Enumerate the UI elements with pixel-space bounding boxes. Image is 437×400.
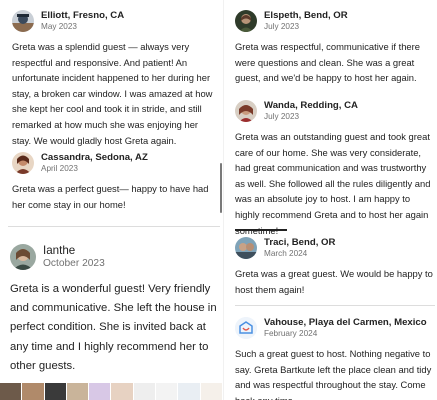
review-vahouse: Vahouse, Playa del Carmen, Mexico Februa… [235, 317, 435, 400]
review-text: Greta is a wonderful guest! Very friendl… [10, 283, 217, 372]
divider [235, 305, 435, 306]
thumbnail[interactable] [66, 383, 89, 400]
reviewer-header: Cassandra, Sedona, AZ April 2023 [12, 152, 216, 174]
thumbnail[interactable] [0, 383, 22, 400]
reviewer-name[interactable]: Wanda, Redding, CA [264, 100, 358, 111]
reviewer-avatar[interactable] [10, 244, 36, 271]
reviewer-avatar[interactable] [235, 10, 257, 32]
thumbnail[interactable] [111, 383, 133, 400]
review-wanda: Wanda, Redding, CA July 2023 Greta was a… [235, 100, 435, 238]
divider [8, 226, 220, 227]
thumbnail[interactable] [156, 383, 178, 400]
review-date: July 2023 [264, 112, 300, 122]
reviewer-avatar[interactable] [235, 237, 257, 259]
reviewer-avatar[interactable] [12, 10, 34, 32]
thumbnail[interactable] [44, 383, 66, 400]
thumbnail[interactable] [200, 383, 222, 400]
review-date: May 2023 [41, 22, 77, 32]
review-text: Such a great guest to host. Nothing nega… [235, 348, 432, 400]
review-text: Greta was a great guest. We would be hap… [235, 268, 433, 295]
review-traci: Traci, Bend, OR March 2024 Greta was a g… [235, 237, 435, 297]
thumbnail[interactable] [22, 383, 44, 400]
review-ianthe: Ianthe October 2023 Greta is a wonderful… [10, 244, 222, 376]
thumbnail[interactable] [133, 383, 156, 400]
section-indicator [235, 229, 287, 231]
review-date: October 2023 [43, 258, 105, 270]
review-date: March 2024 [264, 249, 308, 259]
thumbnail[interactable] [89, 383, 111, 400]
review-cassandra: Cassandra, Sedona, AZ April 2023 Greta w… [12, 152, 216, 212]
review-text: Greta was an outstanding guest and took … [235, 131, 431, 236]
reviewer-name[interactable]: Cassandra, Sedona, AZ [41, 152, 148, 163]
review-text: Greta was respectful, communicative if t… [235, 41, 420, 84]
thumbnail-strip[interactable] [0, 383, 222, 400]
reviewer-header: Vahouse, Playa del Carmen, Mexico Februa… [235, 317, 435, 339]
reviewer-name[interactable]: Vahouse, Playa del Carmen, Mexico [264, 317, 427, 328]
logo-icon [235, 317, 257, 339]
reviewer-avatar[interactable] [235, 100, 257, 122]
review-text: Greta was a perfect guest— happy to have… [12, 183, 209, 210]
review-date: July 2023 [264, 22, 300, 32]
reviewer-header: Elspeth, Bend, OR July 2023 [235, 10, 435, 32]
reviewer-name[interactable]: Elspeth, Bend, OR [264, 10, 348, 21]
review-text: Greta was a splendid guest — always very… [12, 41, 213, 146]
reviewer-avatar[interactable] [235, 317, 257, 339]
thumbnail[interactable] [178, 383, 200, 400]
reviewer-name[interactable]: Ianthe [43, 244, 105, 257]
reviewer-name[interactable]: Traci, Bend, OR [264, 237, 335, 248]
reviewer-header: Elliott, Fresno, CA May 2023 [12, 10, 218, 32]
review-elliott: Elliott, Fresno, CA May 2023 Greta was a… [12, 10, 218, 148]
review-date: February 2024 [264, 329, 318, 339]
review-date: April 2023 [41, 164, 78, 174]
scrollbar-thumb[interactable] [220, 163, 222, 213]
column-separator [223, 0, 224, 400]
reviewer-header: Ianthe October 2023 [10, 244, 222, 271]
reviewer-name[interactable]: Elliott, Fresno, CA [41, 10, 124, 21]
reviewer-header: Wanda, Redding, CA July 2023 [235, 100, 435, 122]
review-elspeth: Elspeth, Bend, OR July 2023 Greta was re… [235, 10, 435, 86]
reviewer-header: Traci, Bend, OR March 2024 [235, 237, 435, 259]
reviewer-avatar[interactable] [12, 152, 34, 174]
